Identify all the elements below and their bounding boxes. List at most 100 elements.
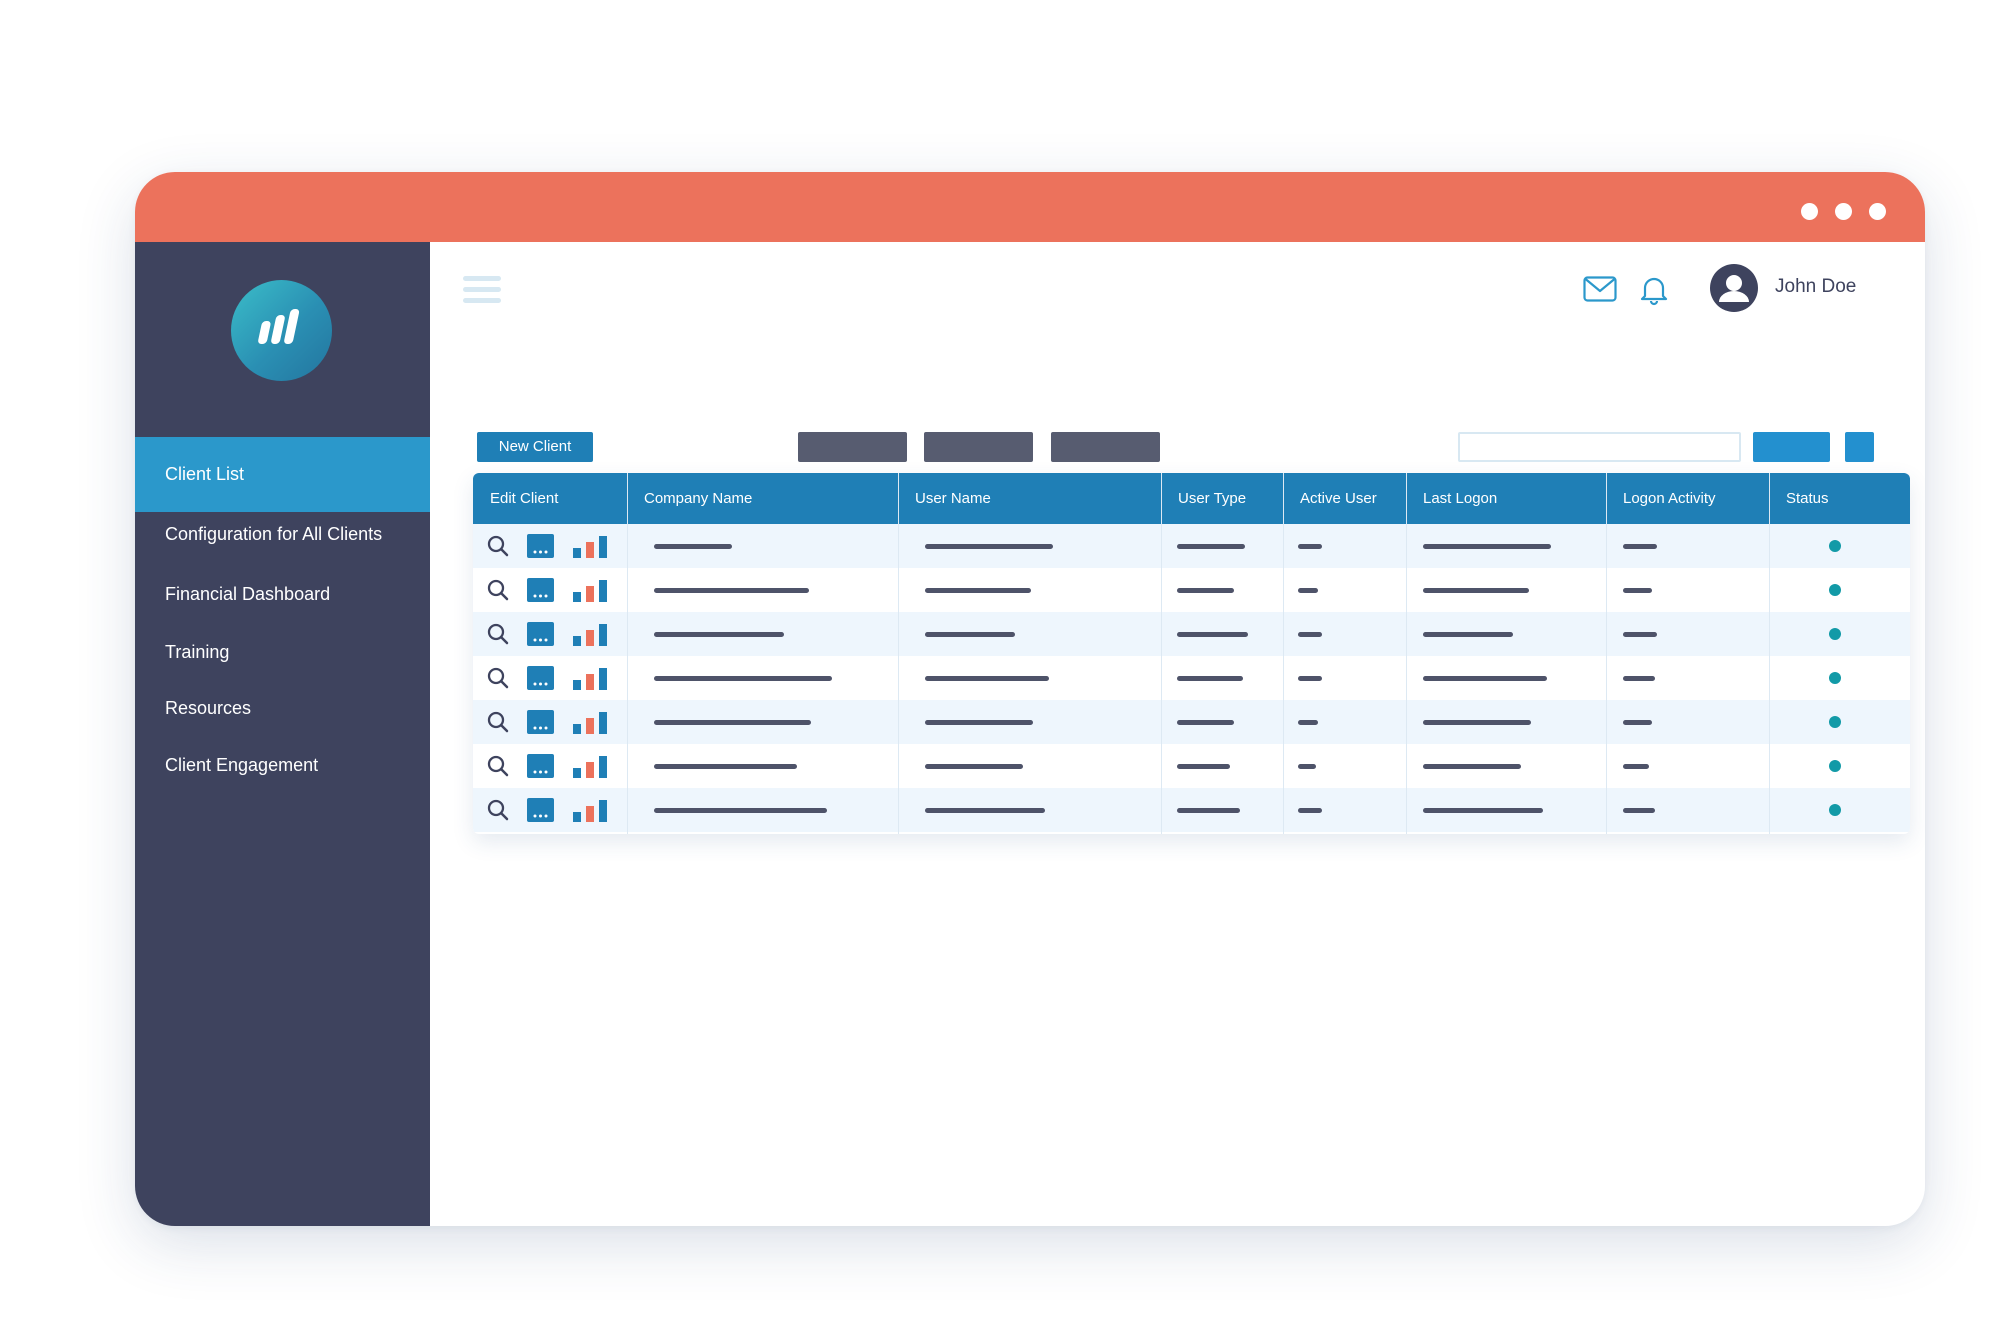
user-type-placeholder [1177,720,1234,725]
table-row[interactable] [473,524,1910,568]
window-control-dot-2[interactable] [1835,203,1852,220]
status-indicator-icon [1829,760,1841,772]
logon-activity-placeholder [1623,720,1652,725]
logon-activity-placeholder [1623,588,1652,593]
magnifier-icon[interactable] [487,579,509,601]
sidebar-item-training[interactable]: Training [135,622,430,682]
status-indicator-icon [1829,540,1841,552]
active-user-placeholder [1298,720,1318,725]
magnifier-icon[interactable] [487,667,509,689]
hamburger-menu-icon[interactable] [463,276,501,310]
logon-activity-placeholder [1623,808,1655,813]
bell-icon[interactable] [1639,274,1669,306]
more-options-icon[interactable] [527,710,554,734]
active-user-placeholder [1298,676,1322,681]
more-options-icon[interactable] [527,798,554,822]
logon-activity-placeholder [1623,764,1649,769]
app-logo-icon[interactable] [231,280,332,381]
company-name-placeholder [654,588,809,593]
bar-chart-icon[interactable] [573,666,609,690]
company-name-placeholder [654,544,732,549]
table-row[interactable] [473,568,1910,612]
filter-button-1[interactable] [798,432,907,462]
user-name-placeholder [925,720,1033,725]
new-client-button[interactable]: New Client [477,432,593,462]
status-indicator-icon [1829,584,1841,596]
magnifier-icon[interactable] [487,623,509,645]
sidebar-item-financial-dashboard[interactable]: Financial Dashboard [135,564,430,624]
logon-activity-placeholder [1623,676,1655,681]
column-header-status[interactable]: Status [1769,473,1910,524]
bar-chart-icon[interactable] [573,534,609,558]
column-header-company-name[interactable]: Company Name [627,473,898,524]
column-header-active-user[interactable]: Active User [1283,473,1406,524]
more-options-icon[interactable] [527,666,554,690]
sidebar-item-resources[interactable]: Resources [135,678,430,738]
more-options-icon[interactable] [527,578,554,602]
table-row[interactable] [473,612,1910,656]
user-name-placeholder [925,588,1031,593]
status-indicator-icon [1829,672,1841,684]
options-button[interactable] [1845,432,1874,462]
user-type-placeholder [1177,676,1243,681]
last-logon-placeholder [1423,544,1551,549]
window-titlebar [135,172,1925,242]
user-type-placeholder [1177,808,1240,813]
filter-button-3[interactable] [1051,432,1160,462]
table-header: Edit Client Company Name User Name User Typ… [473,473,1910,524]
app-window: Client List Configuration for All Clients… [135,172,1925,1226]
last-logon-placeholder [1423,720,1531,725]
active-user-placeholder [1298,808,1322,813]
active-user-placeholder [1298,588,1318,593]
table-row[interactable] [473,656,1910,700]
bar-chart-icon[interactable] [573,578,609,602]
user-name-placeholder [925,676,1049,681]
column-header-user-name[interactable]: User Name [898,473,1161,524]
logon-activity-placeholder [1623,632,1657,637]
sidebar-item-client-list[interactable]: Client List [135,437,430,512]
user-type-placeholder [1177,588,1234,593]
search-button[interactable] [1753,432,1830,462]
magnifier-icon[interactable] [487,799,509,821]
more-options-icon[interactable] [527,534,554,558]
column-divider [627,473,628,834]
search-input[interactable] [1458,432,1741,462]
user-name-placeholder [925,808,1045,813]
magnifier-icon[interactable] [487,755,509,777]
column-header-logon-activity[interactable]: Logon Activity [1606,473,1769,524]
user-name[interactable]: John Doe [1775,276,1856,298]
last-logon-placeholder [1423,632,1513,637]
magnifier-icon[interactable] [487,711,509,733]
column-header-user-type[interactable]: User Type [1161,473,1283,524]
table-row[interactable] [473,744,1910,788]
filter-button-2[interactable] [924,432,1033,462]
more-options-icon[interactable] [527,754,554,778]
bar-chart-icon[interactable] [573,754,609,778]
user-name-placeholder [925,632,1015,637]
active-user-placeholder [1298,544,1322,549]
more-options-icon[interactable] [527,622,554,646]
column-divider [898,473,899,834]
user-avatar-icon[interactable] [1710,264,1758,312]
column-divider [1769,473,1770,834]
user-type-placeholder [1177,632,1248,637]
logon-activity-placeholder [1623,544,1657,549]
envelope-icon[interactable] [1583,276,1617,302]
bar-chart-icon[interactable] [573,622,609,646]
active-user-placeholder [1298,632,1322,637]
bar-chart-icon[interactable] [573,710,609,734]
sidebar-item-configuration-for-all-clients[interactable]: Configuration for All Clients [135,504,430,564]
sidebar-item-client-engagement[interactable]: Client Engagement [135,735,430,795]
magnifier-icon[interactable] [487,535,509,557]
company-name-placeholder [654,676,832,681]
column-header-last-logon[interactable]: Last Logon [1406,473,1606,524]
table-row[interactable] [473,788,1910,832]
window-control-dot-1[interactable] [1801,203,1818,220]
column-header-edit-client[interactable]: Edit Client [473,473,627,524]
column-divider [1606,473,1607,834]
bar-chart-icon[interactable] [573,798,609,822]
table-row[interactable] [473,700,1910,744]
window-control-dot-3[interactable] [1869,203,1886,220]
last-logon-placeholder [1423,764,1521,769]
user-name-placeholder [925,544,1053,549]
